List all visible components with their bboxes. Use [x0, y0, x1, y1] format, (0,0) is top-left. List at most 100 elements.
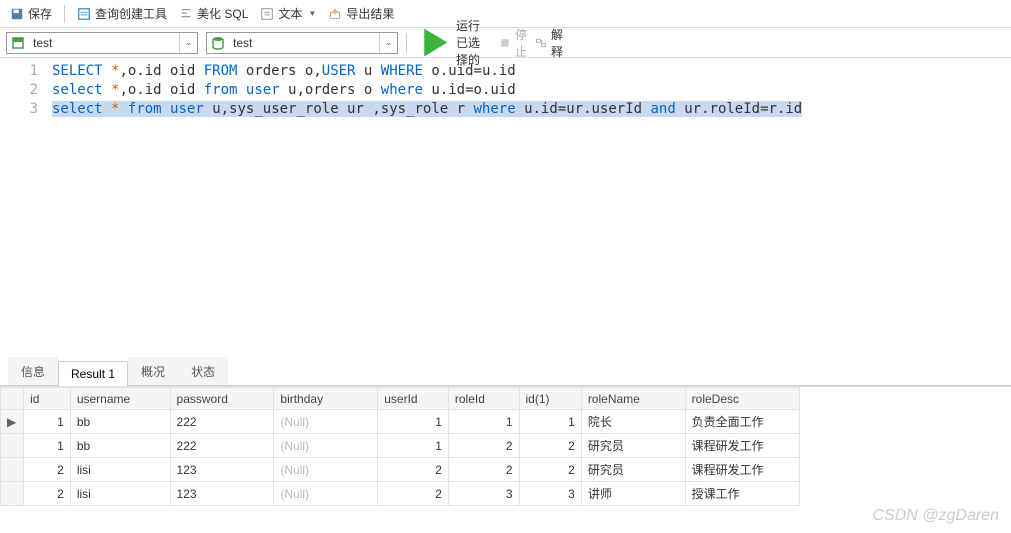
export-button[interactable]: 导出结果: [324, 3, 398, 24]
chevron-down-icon: ⌄: [379, 33, 397, 53]
tab-result-1[interactable]: Result 1: [58, 361, 128, 386]
beautify-sql-button[interactable]: 美化 SQL: [175, 3, 252, 24]
cell[interactable]: 2: [448, 458, 519, 482]
cell[interactable]: 2: [24, 482, 71, 506]
row-marker: [1, 482, 24, 506]
schema-icon: [10, 35, 26, 51]
column-header[interactable]: roleName: [581, 388, 685, 410]
tab-overview[interactable]: 概况: [128, 357, 178, 385]
cell[interactable]: (Null): [274, 434, 378, 458]
cell[interactable]: 222: [170, 434, 274, 458]
cell[interactable]: 2: [378, 482, 449, 506]
watermark: CSDN @zgDaren: [873, 507, 1000, 525]
table-row[interactable]: 2lisi123(Null)222研究员课程研发工作: [1, 458, 800, 482]
line-number: 1: [0, 62, 38, 81]
cell[interactable]: bb: [70, 410, 170, 434]
stop-label: 停止: [515, 26, 527, 60]
chevron-down-icon: ⌄: [179, 33, 197, 53]
cell[interactable]: 2: [519, 458, 581, 482]
database-selector[interactable]: test ⌄: [206, 32, 398, 54]
separator: [64, 5, 65, 23]
explain-icon: [535, 37, 547, 49]
line-gutter: 123: [0, 58, 48, 358]
result-tabs: 信息 Result 1 概况 状态: [0, 358, 1011, 386]
cell[interactable]: 3: [448, 482, 519, 506]
export-icon: [328, 7, 342, 21]
stop-icon: [499, 37, 511, 49]
code-line[interactable]: select *,o.id oid from user u,orders o w…: [52, 81, 1011, 100]
cell[interactable]: (Null): [274, 458, 378, 482]
cell[interactable]: 课程研发工作: [685, 458, 799, 482]
table-row[interactable]: ▶1bb222(Null)111院长负责全面工作: [1, 410, 800, 434]
tab-info[interactable]: 信息: [8, 357, 58, 385]
cell[interactable]: 1: [24, 410, 71, 434]
code-line[interactable]: select * from user u,sys_user_role ur ,s…: [52, 100, 1011, 119]
cell[interactable]: 院长: [581, 410, 685, 434]
cell[interactable]: 课程研发工作: [685, 434, 799, 458]
cell[interactable]: 2: [448, 434, 519, 458]
column-header[interactable]: birthday: [274, 388, 378, 410]
query-builder-button[interactable]: 查询创建工具: [73, 3, 171, 24]
column-header[interactable]: roleId: [448, 388, 519, 410]
cell[interactable]: lisi: [70, 482, 170, 506]
line-number: 3: [0, 100, 38, 119]
code-area[interactable]: SELECT *,o.id oid FROM orders o,USER u W…: [48, 58, 1011, 358]
table-row[interactable]: 2lisi123(Null)233讲师授课工作: [1, 482, 800, 506]
cell[interactable]: 1: [519, 410, 581, 434]
cell[interactable]: 1: [448, 410, 519, 434]
code-line[interactable]: SELECT *,o.id oid FROM orders o,USER u W…: [52, 62, 1011, 81]
separator: [406, 33, 407, 53]
cell[interactable]: 1: [378, 410, 449, 434]
beautify-icon: [179, 7, 193, 21]
cell[interactable]: 授课工作: [685, 482, 799, 506]
row-marker: ▶: [1, 410, 24, 434]
column-header[interactable]: password: [170, 388, 274, 410]
database-icon: [210, 35, 226, 51]
cell[interactable]: 1: [24, 434, 71, 458]
line-number: 2: [0, 81, 38, 100]
column-header[interactable]: username: [70, 388, 170, 410]
text-label: 文本: [278, 5, 302, 22]
cell[interactable]: 研究员: [581, 458, 685, 482]
save-label: 保存: [28, 5, 52, 22]
cell[interactable]: 2: [378, 458, 449, 482]
tab-status[interactable]: 状态: [178, 357, 228, 385]
cell[interactable]: 3: [519, 482, 581, 506]
query-builder-label: 查询创建工具: [95, 5, 167, 22]
text-button[interactable]: 文本 ▼: [256, 3, 320, 24]
save-button[interactable]: 保存: [6, 3, 56, 24]
cell[interactable]: lisi: [70, 458, 170, 482]
cell[interactable]: 2: [24, 458, 71, 482]
schema-value: test: [29, 36, 179, 50]
explain-label: 解释: [551, 26, 563, 60]
cell[interactable]: 讲师: [581, 482, 685, 506]
column-header[interactable]: userId: [378, 388, 449, 410]
play-icon: [415, 24, 452, 61]
cell[interactable]: 222: [170, 410, 274, 434]
cell[interactable]: 123: [170, 458, 274, 482]
cell[interactable]: 1: [378, 434, 449, 458]
column-header[interactable]: roleDesc: [685, 388, 799, 410]
cell[interactable]: 研究员: [581, 434, 685, 458]
row-marker: [1, 458, 24, 482]
cell[interactable]: bb: [70, 434, 170, 458]
main-toolbar: 保存 查询创建工具 美化 SQL 文本 ▼ 导出结果: [0, 0, 1011, 28]
result-grid-wrap: idusernamepasswordbirthdayuserIdroleIdid…: [0, 386, 1011, 506]
table-row[interactable]: 1bb222(Null)122研究员课程研发工作: [1, 434, 800, 458]
cell[interactable]: (Null): [274, 410, 378, 434]
save-icon: [10, 7, 24, 21]
schema-selector[interactable]: test ⌄: [6, 32, 198, 54]
sql-editor[interactable]: 123 SELECT *,o.id oid FROM orders o,USER…: [0, 58, 1011, 358]
text-icon: [260, 7, 274, 21]
explain-button[interactable]: 解释: [535, 26, 563, 60]
database-value: test: [229, 36, 379, 50]
table-header-row: idusernamepasswordbirthdayuserIdroleIdid…: [1, 388, 800, 410]
cell[interactable]: 负责全面工作: [685, 410, 799, 434]
column-header[interactable]: id: [24, 388, 71, 410]
result-grid[interactable]: idusernamepasswordbirthdayuserIdroleIdid…: [0, 387, 800, 506]
cell[interactable]: 123: [170, 482, 274, 506]
cell[interactable]: 2: [519, 434, 581, 458]
column-header[interactable]: id(1): [519, 388, 581, 410]
cell[interactable]: (Null): [274, 482, 378, 506]
row-marker: [1, 434, 24, 458]
